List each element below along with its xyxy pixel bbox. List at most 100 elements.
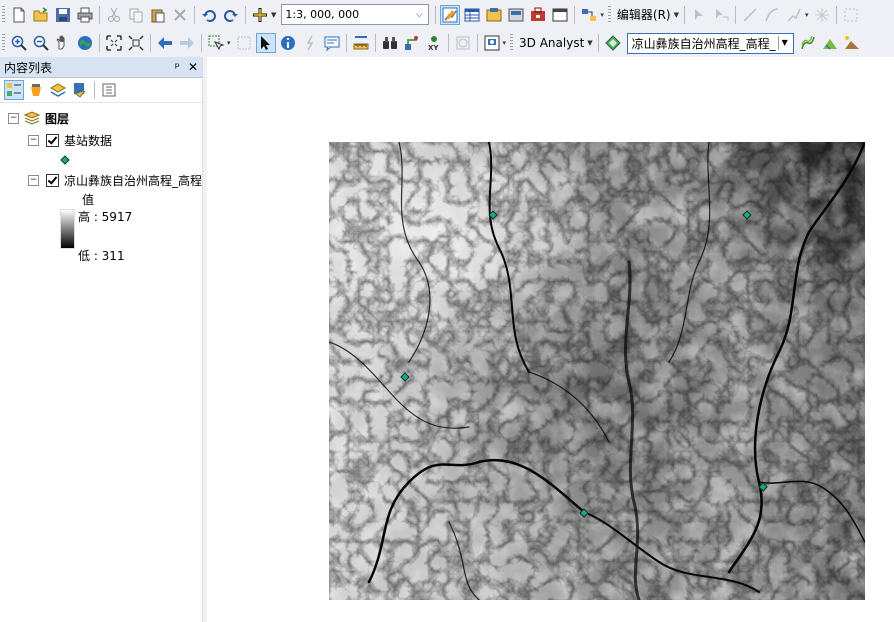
collapse-icon[interactable]: − — [28, 174, 39, 186]
edit-annotation-icon[interactable] — [712, 6, 730, 24]
chevron-down-icon[interactable]: ▼ — [777, 36, 791, 50]
chevron-down-icon[interactable]: ▼ — [587, 39, 592, 47]
contour-icon[interactable] — [799, 34, 817, 52]
go-to-xy-icon[interactable]: XY — [425, 34, 443, 52]
cut-icon[interactable] — [105, 6, 123, 24]
forward-extent-icon[interactable] — [178, 34, 196, 52]
3d-analyst-menu-button[interactable]: 3D Analyst — [516, 36, 587, 50]
layers-root-node[interactable]: − 图层 — [8, 109, 69, 127]
map-scale-combobox[interactable]: ⌵ — [281, 4, 430, 25]
new-document-icon[interactable] — [10, 6, 28, 24]
print-icon[interactable] — [76, 6, 94, 24]
add-data-icon[interactable] — [251, 6, 269, 24]
list-by-visibility-icon[interactable] — [49, 81, 67, 99]
copy-icon[interactable] — [127, 6, 145, 24]
steepest-path-icon[interactable] — [821, 34, 839, 52]
layer-visibility-checkbox[interactable] — [46, 173, 59, 187]
collapse-icon[interactable]: − — [28, 134, 39, 146]
active-layer-dropdown[interactable]: 凉山彝族自治州高程_高程_ ▼ — [626, 32, 794, 54]
toolbar-grip[interactable] — [2, 5, 5, 24]
edit-tool-icon[interactable] — [690, 6, 708, 24]
layer-visibility-checkbox[interactable] — [46, 133, 59, 147]
sketch-tool-icon[interactable] — [785, 6, 803, 24]
undo-icon[interactable] — [200, 6, 218, 24]
chevron-down-icon[interactable]: ▼ — [271, 11, 276, 19]
toolbar-separator — [574, 5, 576, 24]
python-window-icon[interactable] — [551, 6, 569, 24]
create-viewer-window-icon[interactable] — [483, 34, 501, 52]
toolbar-separator — [245, 5, 246, 24]
standard-toolbar: ▼ ⌵ ▾ 编辑器(R) ▼ ▾ — [0, 0, 894, 30]
options-icon[interactable] — [100, 81, 118, 99]
chevron-down-icon[interactable]: ▼ — [674, 11, 679, 19]
svg-text:XY: XY — [428, 44, 439, 51]
split-tool-icon[interactable] — [813, 6, 831, 24]
zoom-out-icon[interactable] — [32, 34, 50, 52]
reshape-icon[interactable] — [842, 6, 860, 24]
trace-icon[interactable] — [763, 6, 781, 24]
straight-segment-icon[interactable] — [741, 6, 759, 24]
toolbar-grip[interactable] — [2, 34, 5, 52]
select-elements-arrow-icon[interactable] — [255, 33, 276, 53]
toolbar-grip[interactable] — [607, 5, 611, 24]
select-features-icon[interactable] — [207, 34, 225, 52]
redo-icon[interactable] — [222, 6, 240, 24]
chevron-down-icon[interactable]: ▾ — [227, 39, 231, 47]
open-folder-icon[interactable] — [32, 6, 50, 24]
time-slider-icon[interactable] — [454, 34, 472, 52]
find-binoculars-icon[interactable] — [381, 34, 399, 52]
search-window-icon[interactable] — [507, 6, 525, 24]
editor-menu-button[interactable]: 编辑器(R) — [614, 6, 674, 23]
arctoolbox-icon[interactable] — [529, 6, 547, 24]
catalog-window-icon[interactable] — [485, 6, 503, 24]
html-popup-icon[interactable] — [323, 34, 341, 52]
fixed-zoom-in-icon[interactable] — [105, 34, 123, 52]
layer-name[interactable]: 基站数据 — [64, 132, 112, 149]
pin-icon[interactable]: ᵖ — [175, 60, 180, 74]
tools-toolbar: ▾ XY ▾ 3D Analyst ▼ 凉山彝族自治州高程_高程_ ▼ — [0, 29, 894, 58]
close-icon[interactable]: ✕ — [188, 60, 198, 74]
elevation-raster[interactable] — [329, 142, 865, 600]
pan-hand-icon[interactable] — [54, 34, 72, 52]
table-of-contents-panel: 内容列表 ᵖ ✕ − 图层 − 基站数据 − 凉山彝族自治州高程_高程 值 高 … — [0, 57, 203, 622]
find-route-icon[interactable] — [403, 34, 421, 52]
layer-node-elevation[interactable]: − 凉山彝族自治州高程_高程 — [28, 171, 202, 189]
toolbar-separator — [684, 5, 685, 24]
map-scale-input[interactable] — [282, 8, 413, 21]
measure-icon[interactable] — [352, 34, 370, 52]
paste-icon[interactable] — [149, 6, 167, 24]
point-symbol-legend[interactable] — [60, 151, 70, 169]
toolbar-separator — [374, 34, 376, 52]
save-icon[interactable] — [54, 6, 72, 24]
map-view[interactable] — [207, 57, 894, 622]
diamond-point-icon — [60, 155, 70, 165]
toolbar-separator — [835, 5, 837, 24]
delete-icon[interactable] — [171, 6, 189, 24]
chevron-down-icon[interactable]: ⌵ — [412, 10, 426, 20]
collapse-icon[interactable]: − — [8, 112, 19, 124]
back-extent-icon[interactable] — [156, 34, 174, 52]
elevation-color-ramp[interactable] — [60, 209, 75, 249]
list-by-source-icon[interactable] — [27, 81, 45, 99]
identify-icon[interactable] — [279, 34, 297, 52]
fixed-zoom-out-icon[interactable] — [127, 34, 145, 52]
editor-toolbar-icon[interactable] — [440, 4, 461, 25]
chevron-down-icon[interactable]: ▾ — [805, 11, 809, 19]
full-extent-globe-icon[interactable] — [76, 34, 94, 52]
chevron-down-icon[interactable]: ▾ — [503, 39, 507, 47]
toolbar-separator — [99, 5, 100, 24]
clear-selection-icon[interactable] — [235, 34, 253, 52]
layer-name[interactable]: 凉山彝族自治州高程_高程 — [64, 172, 202, 189]
chevron-down-icon[interactable]: ▾ — [600, 11, 604, 19]
layer-node-base-stations[interactable]: − 基站数据 — [28, 131, 112, 149]
list-by-drawing-order-icon[interactable] — [4, 80, 24, 100]
line-of-sight-icon[interactable] — [843, 34, 861, 52]
toolbar-grip[interactable] — [510, 34, 514, 52]
model-builder-icon[interactable] — [580, 6, 598, 24]
table-window-icon[interactable] — [463, 6, 481, 24]
zoom-in-icon[interactable] — [10, 34, 28, 52]
legend-high-label: 高 : 5917 — [78, 209, 133, 224]
list-by-selection-icon[interactable] — [71, 81, 89, 99]
active-layer-value: 凉山彝族自治州高程_高程_ — [631, 36, 776, 51]
hyperlink-icon[interactable] — [301, 34, 319, 52]
